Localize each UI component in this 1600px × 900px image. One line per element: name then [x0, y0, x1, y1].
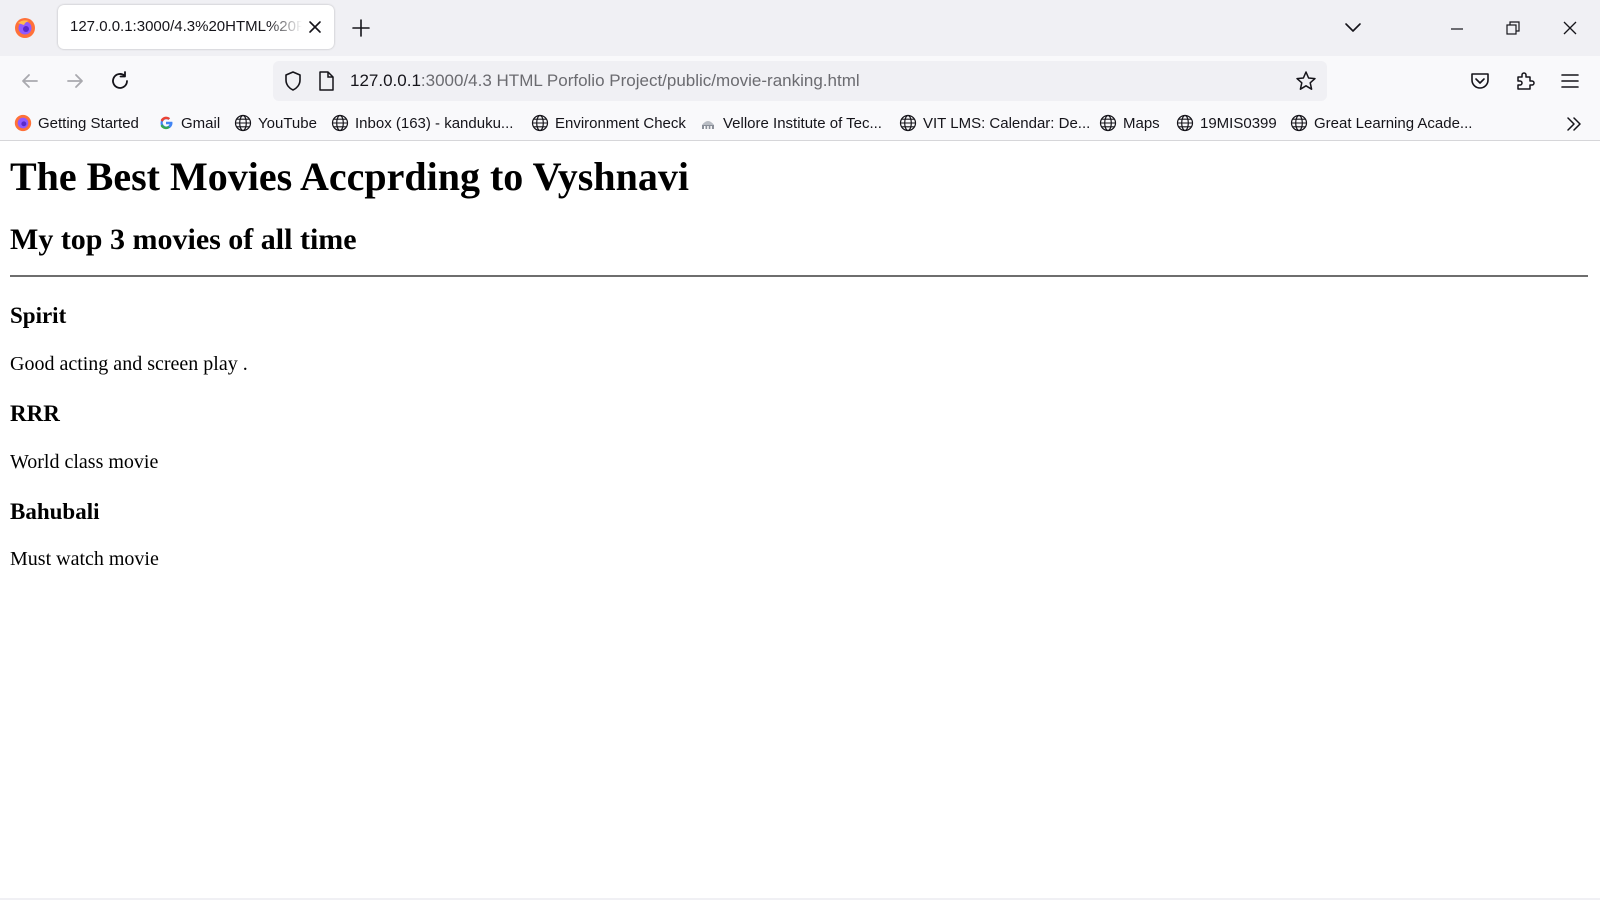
page-subtitle: My top 3 movies of all time — [10, 223, 357, 256]
close-icon[interactable] — [1559, 17, 1581, 39]
bookmark-label: Vellore Institute of Tec... — [723, 114, 882, 132]
movie-description: Must watch movie — [10, 548, 159, 570]
puzzle-icon[interactable] — [1513, 69, 1537, 93]
url-path: :3000/4.3 HTML Porfolio Project/public/m… — [420, 71, 860, 90]
vit-icon — [702, 121, 714, 129]
movie-description: World class movie — [10, 451, 159, 473]
page-title: The Best Movies Accprding to Vyshnavi — [10, 154, 689, 199]
tab-strip: 127.0.0.1:3000/4.3%20HTML%20Porfolio%20P… — [0, 0, 1600, 56]
firefox-icon[interactable] — [14, 17, 36, 39]
bookmark-vit-lms[interactable]: VIT LMS: Calendar: De... — [899, 112, 1090, 134]
url-bar[interactable]: 127.0.0.1:3000/4.3 HTML Porfolio Project… — [273, 61, 1327, 101]
movie-title: Bahubali — [10, 499, 100, 524]
star-icon[interactable] — [1294, 69, 1318, 93]
divider — [10, 275, 1588, 277]
globe-icon — [531, 114, 549, 132]
close-icon[interactable] — [306, 18, 324, 36]
bookmark-label: 19MIS0399 — [1200, 114, 1277, 132]
globe-icon — [1099, 114, 1117, 132]
bookmark-label: Maps — [1123, 114, 1160, 132]
tab-active[interactable]: 127.0.0.1:3000/4.3%20HTML%20Porfolio%20P… — [58, 5, 334, 49]
restore-icon[interactable] — [1502, 17, 1524, 39]
bookmark-19mis0399[interactable]: 19MIS0399 — [1176, 112, 1277, 134]
reload-icon[interactable] — [108, 69, 132, 93]
page-icon[interactable] — [316, 70, 336, 92]
bookmark-label: Great Learning Acade... — [1314, 114, 1473, 132]
globe-icon — [1176, 114, 1194, 132]
bookmarks-toolbar: Getting Started Gmail YouTube Inbox (163… — [0, 106, 1600, 141]
chevron-down-icon[interactable] — [1342, 16, 1364, 38]
globe-icon — [234, 114, 252, 132]
pocket-icon[interactable] — [1468, 69, 1492, 93]
google-icon — [160, 116, 173, 130]
bookmark-label: Getting Started — [38, 114, 139, 132]
firefox-icon — [14, 114, 32, 132]
arrow-left-icon[interactable] — [18, 69, 42, 93]
bookmark-gmail[interactable]: Gmail — [157, 112, 220, 134]
shield-icon[interactable] — [282, 70, 304, 92]
url-host: 127.0.0.1 — [350, 71, 421, 90]
hamburger-icon[interactable] — [1558, 69, 1582, 93]
arrow-right-icon[interactable] — [63, 69, 87, 93]
bookmark-great-learning[interactable]: Great Learning Acade... — [1290, 112, 1472, 134]
bookmark-label: Inbox (163) - kanduku... — [355, 114, 514, 132]
double-chevron-right-icon[interactable] — [1563, 113, 1585, 135]
movie-description: Good acting and screen play . — [10, 353, 248, 375]
bookmark-getting-started[interactable]: Getting Started — [14, 112, 139, 134]
page-content: The Best Movies Accprding to Vyshnavi My… — [0, 141, 1600, 900]
bookmark-label: YouTube — [258, 114, 317, 132]
movie-title: Spirit — [10, 303, 67, 328]
browser-window: 127.0.0.1:3000/4.3%20HTML%20Porfolio%20P… — [0, 0, 1600, 900]
bookmark-inbox[interactable]: Inbox (163) - kanduku... — [331, 112, 513, 134]
bookmark-environment-check[interactable]: Environment Check — [531, 112, 686, 134]
bookmark-maps[interactable]: Maps — [1099, 112, 1160, 134]
globe-icon — [899, 114, 917, 132]
bookmark-label: Environment Check — [555, 114, 686, 132]
globe-icon — [1290, 114, 1308, 132]
url-text[interactable]: 127.0.0.1:3000/4.3 HTML Porfolio Project… — [350, 71, 860, 91]
tab-title: 127.0.0.1:3000/4.3%20HTML%20Porfolio%20P… — [70, 18, 302, 35]
bookmark-label: VIT LMS: Calendar: De... — [923, 114, 1091, 132]
globe-icon — [331, 114, 349, 132]
movie-title: RRR — [10, 401, 60, 426]
navigation-toolbar: 127.0.0.1:3000/4.3 HTML Porfolio Project… — [0, 56, 1600, 106]
bookmark-youtube[interactable]: YouTube — [234, 112, 317, 134]
minimize-icon[interactable] — [1446, 18, 1468, 40]
bookmark-vellore-institute[interactable]: Vellore Institute of Tec... — [699, 112, 882, 134]
bookmark-label: Gmail — [181, 114, 221, 132]
plus-icon[interactable] — [350, 17, 372, 39]
